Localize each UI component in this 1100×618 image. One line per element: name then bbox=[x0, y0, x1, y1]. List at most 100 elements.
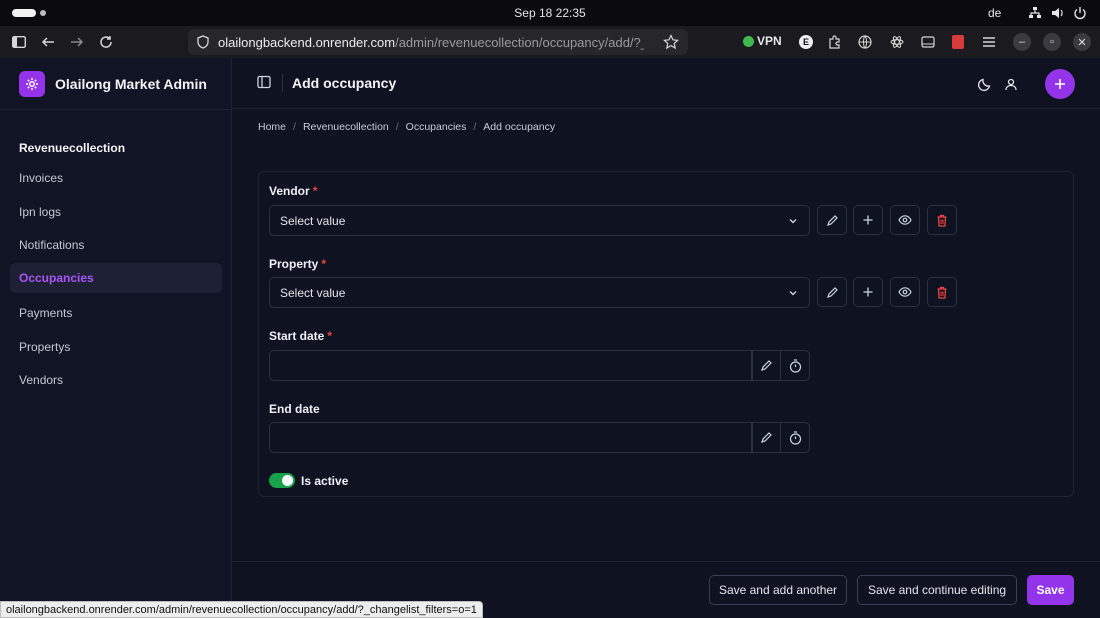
pencil-icon bbox=[761, 432, 772, 443]
required-marker: * bbox=[327, 329, 333, 343]
vendor-delete-button[interactable] bbox=[927, 205, 957, 235]
pencil-icon bbox=[826, 214, 838, 226]
end-date-edit-button[interactable] bbox=[752, 422, 781, 453]
pencil-icon bbox=[826, 286, 838, 298]
vendor-add-button[interactable] bbox=[853, 205, 883, 235]
end-date-now-button[interactable] bbox=[781, 422, 810, 453]
property-add-button[interactable] bbox=[853, 277, 883, 307]
breadcrumb-separator: / bbox=[293, 121, 296, 133]
is-active-toggle[interactable] bbox=[269, 473, 295, 488]
footer-divider bbox=[232, 561, 1100, 562]
plus-icon bbox=[1055, 79, 1065, 89]
save-button[interactable]: Save bbox=[1027, 575, 1074, 605]
sidebar-toggle-icon[interactable] bbox=[9, 32, 29, 52]
address-bar[interactable]: olailongbackend.onrender.com/admin/reven… bbox=[188, 29, 688, 55]
required-marker: * bbox=[312, 184, 318, 198]
vendor-label: Vendor * bbox=[269, 184, 318, 198]
sidebar-collapse-icon[interactable] bbox=[257, 75, 273, 91]
site-security-icon[interactable] bbox=[196, 35, 210, 54]
vpn-badge[interactable]: VPN bbox=[743, 34, 782, 48]
required-marker: * bbox=[321, 257, 327, 271]
url-text[interactable]: olailongbackend.onrender.com/admin/reven… bbox=[218, 35, 644, 50]
react-devtools-icon[interactable] bbox=[887, 32, 907, 52]
restore-icon[interactable]: ▫ bbox=[1043, 33, 1061, 51]
start-date-now-button[interactable] bbox=[781, 350, 810, 381]
property-view-button[interactable] bbox=[890, 277, 920, 307]
vpn-status-icon bbox=[743, 35, 754, 47]
bookmark-star-icon[interactable] bbox=[663, 34, 679, 55]
breadcrumb-separator: / bbox=[473, 121, 477, 133]
sidebar-item-vendors[interactable]: Vendors bbox=[10, 365, 222, 395]
breadcrumb-current: Add occupancy bbox=[483, 121, 556, 133]
network-icon[interactable] bbox=[1027, 5, 1043, 21]
save-and-add-another-button[interactable]: Save and add another bbox=[709, 575, 847, 605]
link-status-bar: olailongbackend.onrender.com/admin/reven… bbox=[0, 601, 483, 618]
extensions-puzzle-icon[interactable] bbox=[825, 32, 845, 52]
pencil-icon bbox=[761, 360, 772, 371]
nav-section-title: Revenuecollection bbox=[19, 141, 126, 155]
menu-icon[interactable] bbox=[979, 32, 999, 52]
reader-view-icon[interactable] bbox=[918, 32, 938, 52]
forward-arrow-icon[interactable] bbox=[67, 32, 87, 52]
sidebar-item-ipn-logs[interactable]: Ipn logs bbox=[10, 197, 222, 227]
volume-icon[interactable] bbox=[1050, 5, 1066, 21]
end-date-input[interactable] bbox=[269, 422, 752, 453]
sidebar-item-occupancies[interactable]: Occupancies bbox=[10, 263, 222, 293]
sidebar-item-propertys[interactable]: Propertys bbox=[10, 332, 222, 362]
os-top-bar: Sep 18 22:35 de bbox=[0, 0, 1100, 26]
header-separator bbox=[282, 74, 283, 92]
vendor-edit-button[interactable] bbox=[817, 205, 847, 235]
property-delete-button[interactable] bbox=[927, 277, 957, 307]
start-date-edit-button[interactable] bbox=[752, 350, 781, 381]
sidebar-item-notifications[interactable]: Notifications bbox=[10, 230, 222, 260]
sidebar-item-payments[interactable]: Payments bbox=[10, 298, 222, 328]
user-account-icon[interactable] bbox=[1003, 76, 1019, 92]
end-date-label: End date bbox=[269, 402, 320, 416]
chevron-down-icon bbox=[787, 215, 799, 227]
plus-icon bbox=[863, 287, 873, 297]
power-icon[interactable] bbox=[1072, 5, 1088, 21]
property-select[interactable]: Select value bbox=[269, 277, 810, 308]
stopwatch-icon bbox=[789, 358, 801, 373]
eye-icon bbox=[898, 215, 912, 225]
trash-icon bbox=[937, 286, 947, 299]
vendor-select-value: Select value bbox=[280, 213, 346, 228]
os-clock[interactable]: Sep 18 22:35 bbox=[0, 6, 1100, 20]
chevron-down-icon bbox=[787, 287, 799, 299]
back-arrow-icon[interactable] bbox=[38, 32, 58, 52]
breadcrumb-revenuecollection[interactable]: Revenuecollection bbox=[303, 121, 389, 133]
property-edit-button[interactable] bbox=[817, 277, 847, 307]
brand[interactable]: Olailong Market Admin bbox=[19, 71, 207, 97]
reload-icon[interactable] bbox=[96, 32, 116, 52]
save-and-continue-button[interactable]: Save and continue editing bbox=[857, 575, 1017, 605]
vendor-select[interactable]: Select value bbox=[269, 205, 810, 236]
vendor-view-button[interactable] bbox=[890, 205, 920, 235]
keyboard-language[interactable]: de bbox=[988, 6, 1001, 20]
sidebar: Olailong Market Admin Revenuecollection … bbox=[0, 58, 232, 618]
brand-name: Olailong Market Admin bbox=[55, 76, 207, 92]
property-select-value: Select value bbox=[280, 285, 346, 300]
is-active-label: Is active bbox=[301, 474, 349, 488]
close-icon[interactable]: ✕ bbox=[1073, 33, 1091, 51]
brand-logo-icon bbox=[19, 71, 45, 97]
breadcrumb: Home / Revenuecollection / Occupancies /… bbox=[258, 121, 555, 133]
property-label: Property * bbox=[269, 257, 327, 271]
breadcrumb-home[interactable]: Home bbox=[258, 121, 286, 133]
page-header: Add occupancy bbox=[232, 58, 1100, 109]
breadcrumb-occupancies[interactable]: Occupancies bbox=[406, 121, 467, 133]
extension-e-icon[interactable]: E bbox=[796, 32, 816, 52]
breadcrumb-separator: / bbox=[395, 121, 399, 133]
stopwatch-icon bbox=[789, 430, 801, 445]
occupancy-form: Vendor * Select value Property * Select va… bbox=[258, 171, 1074, 497]
red-extension-icon[interactable] bbox=[948, 32, 968, 52]
minimize-icon[interactable]: – bbox=[1013, 33, 1031, 51]
start-date-input[interactable] bbox=[269, 350, 752, 381]
globe-icon[interactable] bbox=[855, 32, 875, 52]
eye-icon bbox=[898, 287, 912, 297]
dark-mode-moon-icon[interactable] bbox=[977, 76, 993, 92]
toggle-knob bbox=[282, 475, 293, 486]
sidebar-divider bbox=[0, 109, 232, 110]
header-add-button[interactable] bbox=[1045, 69, 1075, 99]
trash-icon bbox=[937, 214, 947, 227]
sidebar-item-invoices[interactable]: Invoices bbox=[10, 163, 222, 193]
